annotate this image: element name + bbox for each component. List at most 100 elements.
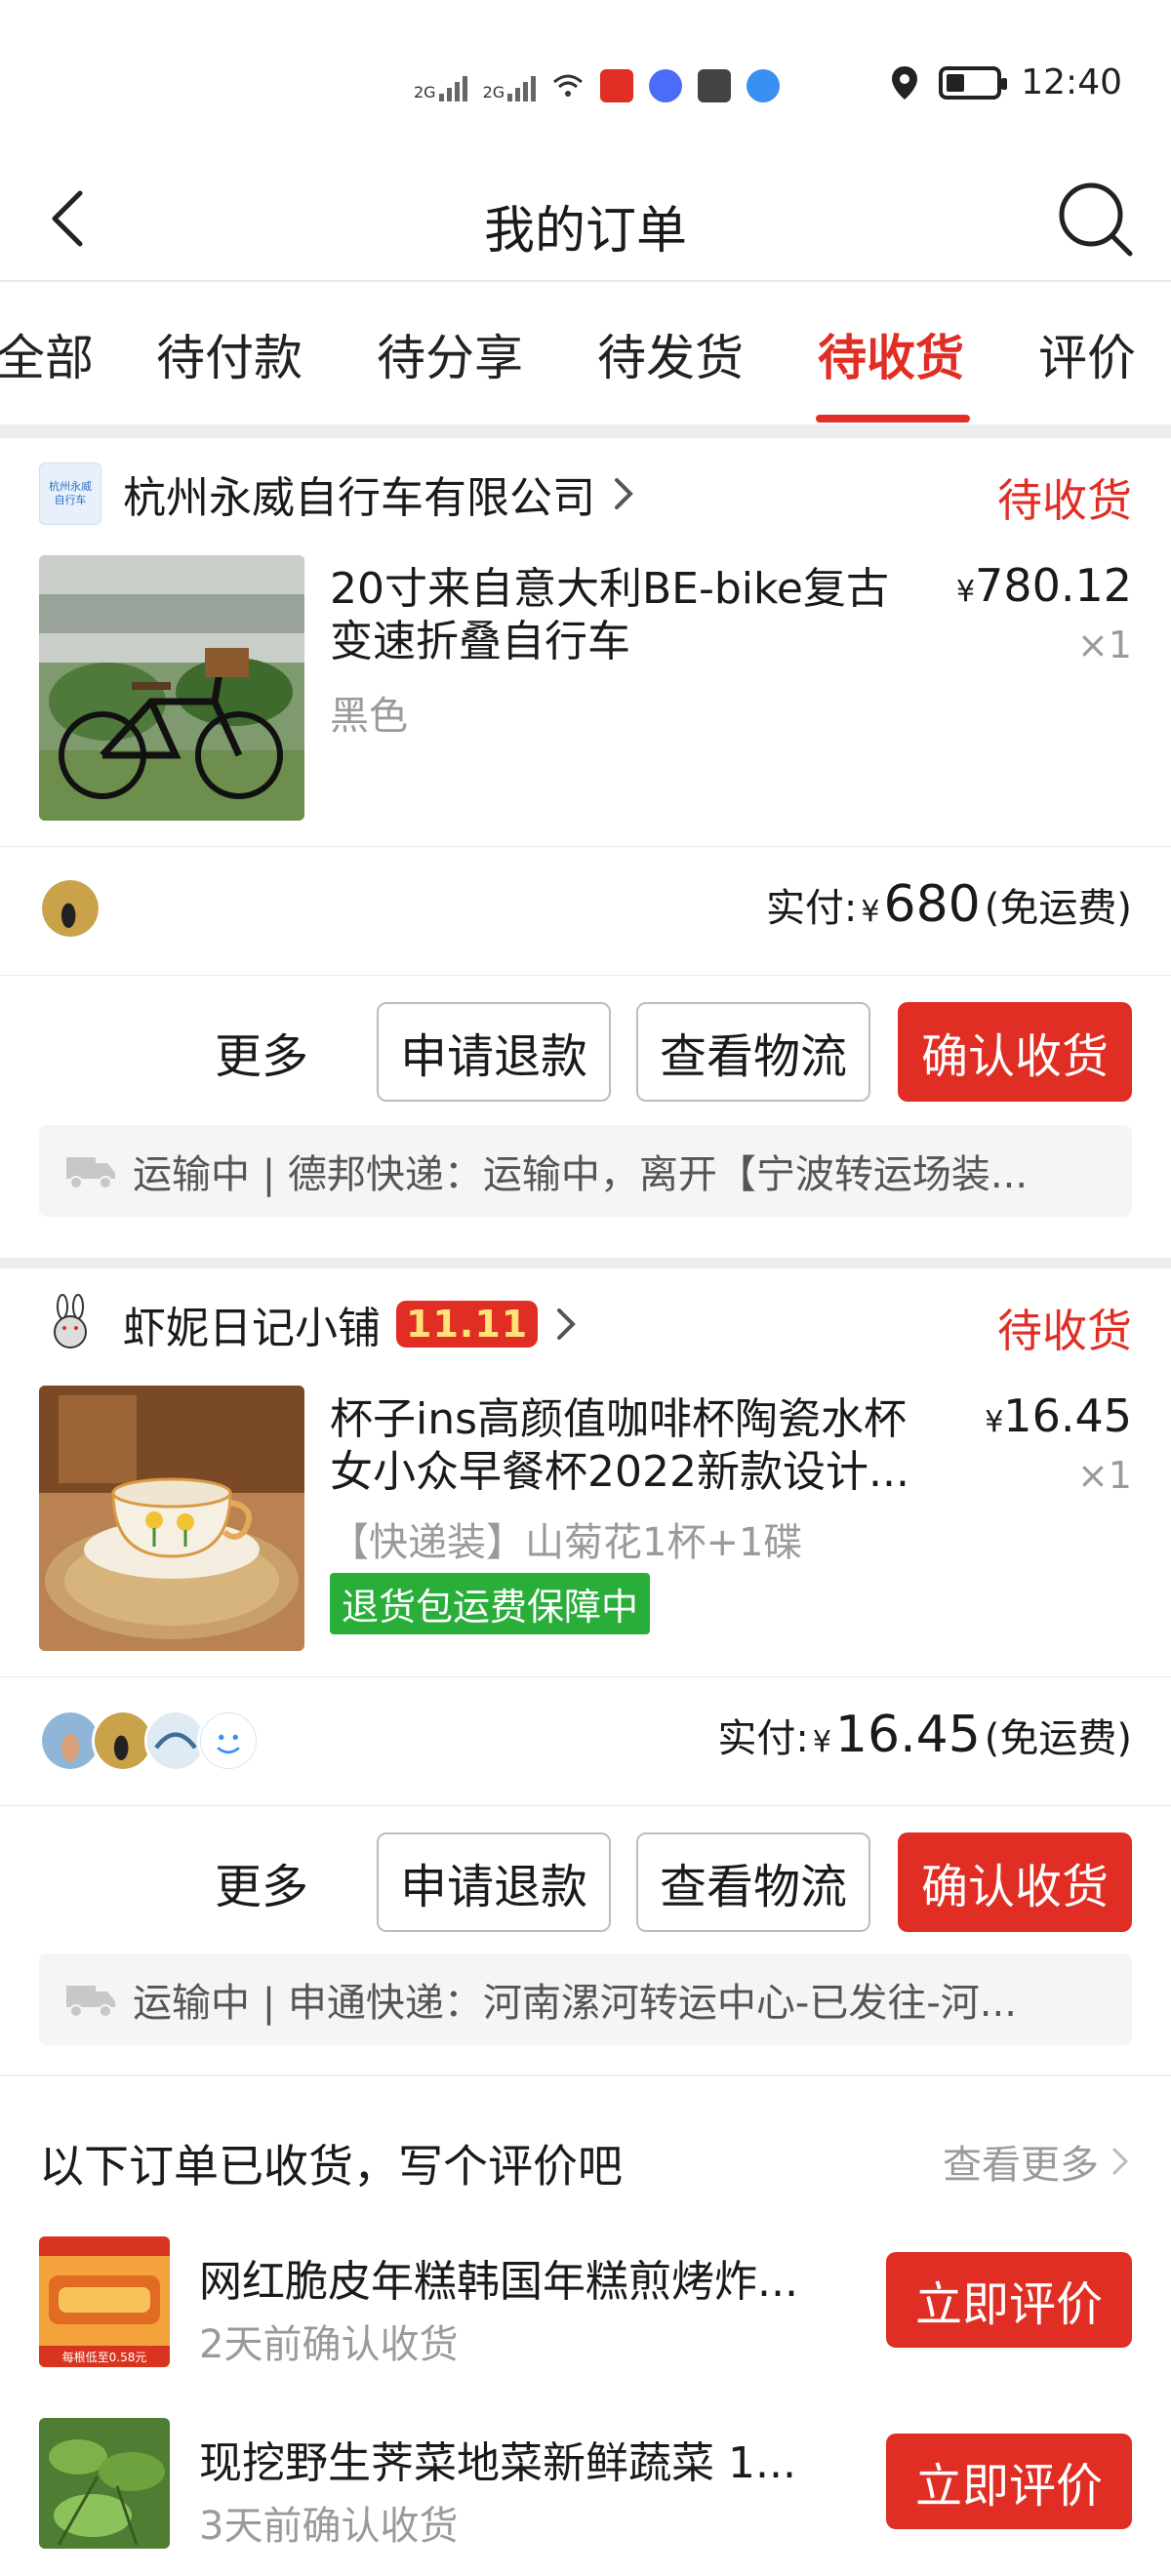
cup-photo (39, 1386, 304, 1651)
tab-pending-share[interactable]: 待分享 (377, 319, 523, 389)
active-tab-indicator (816, 415, 970, 423)
receipt-date: 2天前确认收货 (199, 2322, 459, 2367)
divider (0, 975, 1171, 976)
more-button[interactable]: 更多 (215, 1848, 308, 1916)
product-price: ¥16.45 (985, 1389, 1132, 1442)
avatar (197, 1710, 260, 1772)
paid-value: 16.45 (834, 1706, 981, 1764)
paid-amount: 实付: ¥ 680 (免运费) (766, 875, 1132, 934)
product-name: 网红脆皮年糕韩国年糕煎烤炸... (199, 2257, 798, 2307)
divider (0, 1805, 1171, 1806)
list-item[interactable]: 现挖野生荠菜地菜新鲜蔬菜 1... 3天前确认收货 立即评价 (39, 2418, 1132, 2555)
receipt-date: 3天前确认收货 (199, 2504, 459, 2549)
wifi-icon (553, 74, 584, 97)
confirm-receipt-button[interactable]: 确认收货 (898, 1832, 1132, 1932)
paid-amount: 实付: ¥ 16.45 (免运费) (717, 1706, 1132, 1764)
product-thumbnail: 每根低至0.58元 (39, 2236, 170, 2367)
product-image-cup[interactable] (39, 1386, 304, 1651)
signal-icon: 2G (414, 70, 467, 101)
view-logistics-button[interactable]: 查看物流 (636, 1832, 870, 1932)
tab-pending-payment[interactable]: 待付款 (156, 319, 303, 389)
price-value: 780.12 (975, 559, 1132, 612)
tab-review[interactable]: 评价 (1038, 319, 1136, 389)
page-title: 我的订单 (483, 202, 687, 261)
currency-symbol: ¥ (812, 1725, 831, 1759)
signal-label: 2G (482, 83, 505, 101)
browser-icon (747, 69, 781, 102)
return-shipping-insurance-tag: 退货包运费保障中 (330, 1573, 651, 1634)
signal-label: 2G (414, 83, 436, 101)
shop-logo: 杭州永威自行车 (39, 463, 101, 525)
app-notification-icon (600, 69, 634, 102)
paid-label: 实付: (765, 886, 858, 931)
chevron-right-icon (1112, 2148, 1129, 2175)
double-eleven-badge: 11.11 (396, 1301, 539, 1348)
top-nav-bar: 我的订单 (0, 156, 1171, 281)
thumbnail-caption: 每根低至0.58元 (62, 2350, 147, 2364)
shop-link[interactable]: 虾妮日记小铺 11.11 (39, 1292, 581, 1356)
product-image-bicycle[interactable] (39, 555, 304, 821)
shop-logo-text: 杭州永威自行车 (49, 480, 92, 506)
battery-icon (939, 65, 1008, 100)
confirm-receipt-button[interactable]: 确认收货 (898, 1002, 1132, 1102)
shop-name: 虾妮日记小铺 (123, 1304, 381, 1353)
write-review-button[interactable]: 立即评价 (886, 2434, 1132, 2529)
currency-symbol: ¥ (955, 575, 976, 609)
rice-cake-photo: 每根低至0.58元 (39, 2236, 170, 2367)
more-button[interactable]: 更多 (215, 1018, 308, 1086)
shop-link[interactable]: 杭州永威自行车 杭州永威自行车有限公司 (39, 462, 638, 526)
status-bar: 2G 2G 12:40 (0, 0, 1171, 156)
order-card: 虾妮日记小铺 11.11 待收货 杯子ins高颜值咖啡杯陶瓷水杯女小众早餐杯20… (0, 1268, 1171, 2074)
search-icon[interactable] (1048, 172, 1142, 265)
view-more-link[interactable]: 查看更多 (943, 2133, 1132, 2190)
music-icon (649, 69, 683, 102)
tab-pending-receipt[interactable]: 待收货 (818, 319, 964, 389)
price-value: 16.45 (1003, 1389, 1132, 1442)
write-review-button[interactable]: 立即评价 (886, 2252, 1132, 2348)
product-title[interactable]: 20寸来自意大利BE-bike复古变速折叠自行车 (330, 563, 915, 668)
tab-all[interactable]: 全部 (0, 319, 94, 389)
logistics-text: 运输中 | 申通快递：河南漯河转运中心-已发往-河... (133, 1981, 1017, 2026)
avatar (39, 877, 101, 940)
signal-icon: 2G (483, 70, 537, 101)
logistics-status-bar[interactable]: 运输中 | 申通快递：河南漯河转运中心-已发往-河... (39, 1953, 1132, 2045)
shipping-note: (免运费) (984, 1716, 1132, 1761)
paid-label: 实付: (717, 1716, 809, 1761)
logistics-text: 运输中 | 德邦快递：运输中，离开【宁波转运场装... (133, 1152, 1029, 1197)
truck-icon (66, 1157, 115, 1189)
message-icon (698, 69, 732, 102)
tab-pending-shipment[interactable]: 待发货 (597, 319, 744, 389)
product-price: ¥780.12 (956, 559, 1132, 612)
divider (0, 1676, 1171, 1677)
product-quantity: ×1 (1076, 1454, 1132, 1497)
list-item[interactable]: 每根低至0.58元 网红脆皮年糕韩国年糕煎烤炸... 2天前确认收货 立即评价 (39, 2236, 1132, 2373)
product-variant: 黑色 (330, 694, 408, 739)
chevron-right-icon (615, 478, 633, 509)
status-icons: 2G 2G (414, 64, 781, 107)
shop-name: 杭州永威自行车有限公司 (123, 473, 595, 523)
order-status-tabs: 全部 待付款 待分享 待发货 待收货 评价 (0, 282, 1171, 424)
view-logistics-button[interactable]: 查看物流 (636, 1002, 870, 1102)
product-thumbnail (39, 2418, 170, 2549)
clock: 12:40 (1021, 62, 1122, 102)
product-title[interactable]: 杯子ins高颜值咖啡杯陶瓷水杯女小众早餐杯2022新款设计... (330, 1393, 915, 1499)
divider (0, 846, 1171, 847)
bicycle-photo (39, 555, 304, 821)
product-quantity: ×1 (1076, 624, 1132, 666)
truck-icon (66, 1986, 115, 2018)
section-title: 以下订单已收货，写个评价吧 (39, 2140, 623, 2193)
participant-avatars (39, 877, 101, 940)
shop-logo (39, 1293, 101, 1355)
location-icon (892, 65, 918, 100)
view-more-label: 查看更多 (943, 2143, 1099, 2188)
participant-avatars (39, 1710, 260, 1772)
order-status: 待收货 (997, 1305, 1132, 1357)
request-refund-button[interactable]: 申请退款 (377, 1002, 611, 1102)
order-card: 杭州永威自行车 杭州永威自行车有限公司 待收货 20寸来自意大利BE-bike复… (0, 438, 1171, 1258)
logistics-status-bar[interactable]: 运输中 | 德邦快递：运输中，离开【宁波转运场装... (39, 1125, 1132, 1217)
paid-value: 680 (883, 875, 981, 934)
order-status: 待收货 (997, 474, 1132, 527)
request-refund-button[interactable]: 申请退款 (377, 1832, 611, 1932)
currency-symbol: ¥ (861, 895, 880, 929)
chevron-right-icon (557, 1308, 577, 1340)
